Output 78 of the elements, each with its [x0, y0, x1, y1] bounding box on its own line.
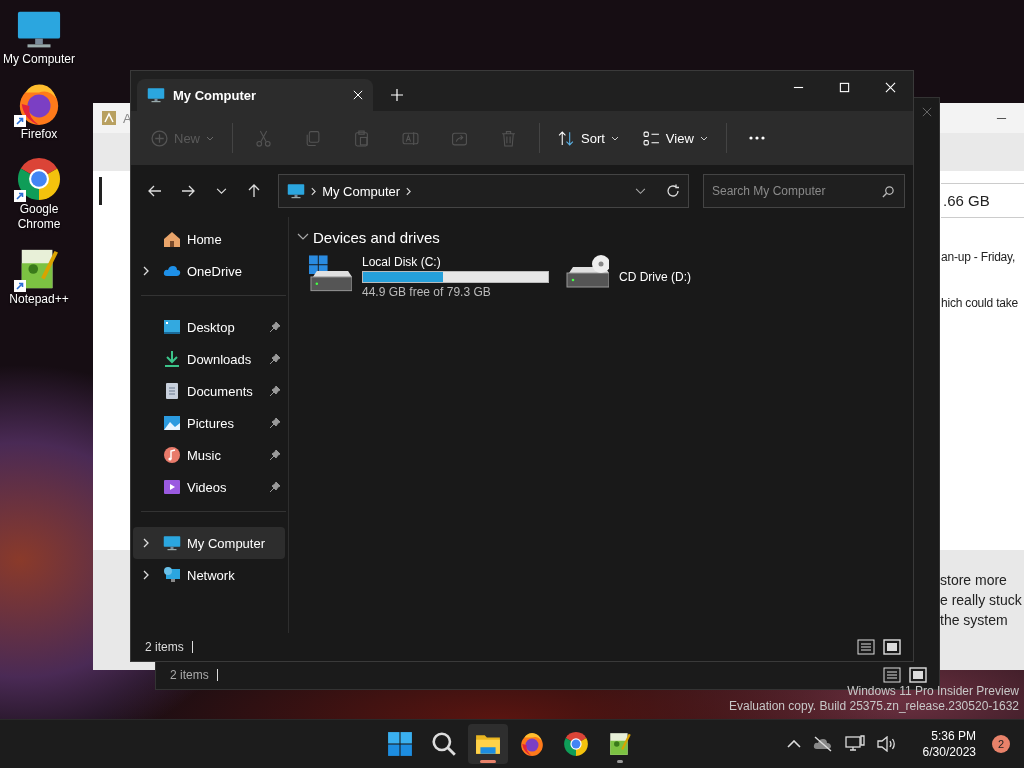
browser-icon [519, 731, 545, 757]
close-icon [353, 90, 363, 100]
arrow-icon [180, 184, 195, 198]
plus-icon [391, 89, 403, 101]
item-count: 2 items [170, 669, 218, 681]
close-icon [884, 81, 896, 93]
sidebar-item[interactable]: OneDrive [133, 255, 285, 287]
close-icon [922, 107, 932, 117]
taskbar-app[interactable] [468, 724, 508, 764]
download-icon [163, 350, 181, 368]
monitor-icon [163, 534, 181, 552]
sidebar-item[interactable]: Desktop [133, 311, 285, 343]
sidebar-item[interactable]: Downloads [133, 343, 285, 375]
chevron-down-icon [635, 187, 646, 195]
home-icon [163, 230, 181, 248]
free-space-text: 44.9 GB free of 79.3 GB [362, 285, 492, 299]
desktop-icon-label[interactable]: Firefox [20, 127, 58, 142]
drive-name[interactable]: Local Disk (C:) [362, 255, 549, 269]
desktop-icon-label[interactable]: Google Chrome [1, 202, 77, 232]
tiles-view-icon [909, 667, 927, 683]
text-cursor [99, 177, 102, 205]
text-line: an-up - Friday, [941, 250, 1017, 264]
view-button[interactable]: View [632, 120, 718, 156]
app-icon [101, 110, 117, 126]
sidebar-item[interactable]: Pictures [133, 407, 285, 439]
desktop-icon-label[interactable]: Notepad++ [9, 292, 69, 307]
section-header[interactable]: Devices and drives [297, 225, 905, 249]
speaker-icon [876, 736, 897, 752]
music-icon [163, 446, 181, 464]
maximize-icon [838, 81, 850, 93]
arrow-icon [147, 184, 162, 198]
chevron-right-icon [311, 186, 317, 196]
sidebar-item[interactable]: Home [133, 223, 285, 255]
video-icon [163, 478, 181, 496]
watermark-text: Windows 11 Pro Insider Preview [846, 684, 1019, 699]
chevron-up-icon [786, 740, 801, 748]
windows-logo-icon [387, 731, 413, 757]
network-icon [163, 566, 181, 584]
watermark-text: Evaluation copy. Build 25375.zn_release.230520-1632 [729, 699, 1019, 714]
browser-icon [563, 731, 589, 757]
document-icon [163, 382, 181, 400]
browser-icon [16, 156, 62, 202]
search-field[interactable]: Search My Computer [703, 174, 905, 208]
text-line: e really stuck [940, 591, 1023, 610]
clock[interactable]: 5:36 PM 6/30/2023 [914, 728, 984, 760]
cloud-off-icon [812, 736, 833, 752]
desktop-icon-label[interactable]: My Computer [3, 52, 75, 67]
sidebar-item[interactable]: My Computer [133, 527, 285, 559]
sidebar-item[interactable]: Network [133, 559, 285, 591]
breadcrumb[interactable]: My Computer [322, 183, 401, 199]
details-view-icon [857, 639, 875, 655]
refresh-icon [666, 184, 680, 198]
arrow-icon [247, 184, 262, 198]
text-line: store more [940, 571, 1008, 590]
details-view-icon [883, 667, 901, 683]
search-icon [431, 731, 457, 757]
sidebar-item[interactable]: Music [133, 439, 285, 471]
search-icon [882, 185, 895, 198]
desktop-icon [163, 318, 181, 336]
chevron-down-icon [215, 187, 227, 195]
picture-icon [163, 414, 181, 432]
text-line: hich could take [941, 296, 1020, 310]
notification-badge[interactable]: 2 [992, 735, 1010, 753]
tiles-view-icon [883, 639, 901, 655]
sidebar-item[interactable]: Videos [133, 471, 285, 503]
notepad-icon [607, 731, 633, 757]
tab[interactable]: My Computer [137, 79, 373, 111]
size-field: .66 GB [941, 183, 1024, 218]
item-count: 2 items [145, 641, 193, 653]
monitor-icon [287, 182, 306, 200]
chevron-right-icon [406, 186, 412, 196]
sort-button[interactable]: Sort [548, 120, 629, 156]
monitor-icon [844, 735, 865, 753]
address-bar[interactable]: My Computer [278, 174, 689, 208]
monitor-icon [147, 86, 165, 104]
text-line: the system [940, 611, 1009, 630]
sidebar-item[interactable]: Documents [133, 375, 285, 407]
drive-name[interactable]: CD Drive (D:) [619, 270, 691, 284]
